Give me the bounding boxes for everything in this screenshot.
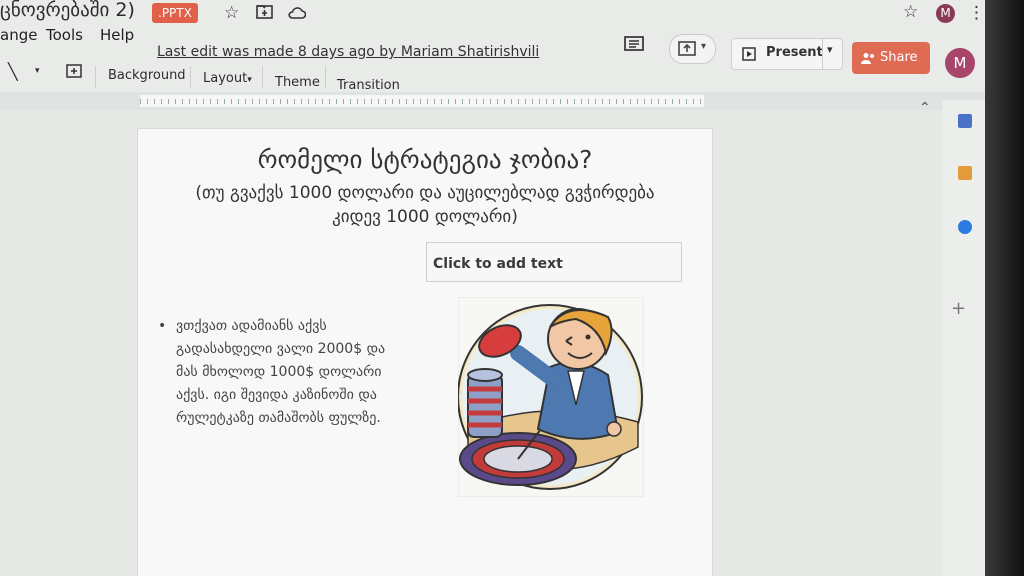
- add-addon-icon[interactable]: +: [951, 298, 966, 319]
- background-button[interactable]: Background: [108, 68, 186, 83]
- browser-profile-avatar[interactable]: M: [936, 4, 955, 23]
- placeholder-label: Click to add text: [433, 256, 563, 272]
- move-to-folder-icon[interactable]: [256, 4, 273, 24]
- bullet-body[interactable]: • ვთქვათ ადამიანს აქვს გადასახდელი ვალი …: [158, 315, 411, 430]
- document-title[interactable]: ცნოვრებაში 2): [0, 0, 135, 21]
- slide-title[interactable]: რომელი სტრატეგია ჯობია?: [138, 145, 712, 174]
- tasks-icon[interactable]: [958, 220, 972, 234]
- line-tool-icon[interactable]: ╲: [8, 62, 18, 81]
- layout-button[interactable]: Layout▾: [203, 71, 252, 86]
- bullet-dot: •: [158, 318, 167, 334]
- file-format-badge: .PPTX: [152, 3, 198, 23]
- comments-icon[interactable]: [624, 36, 644, 54]
- slide-toolbar: ╲ ▾ Background Layout▾ Theme Transition: [0, 58, 985, 93]
- layout-label: Layout: [203, 71, 248, 86]
- side-panel: [942, 100, 985, 576]
- add-comment-icon[interactable]: [66, 64, 82, 83]
- bullet-text: ვთქვათ ადამიანს აქვს გადასახდელი ვალი 20…: [176, 318, 386, 426]
- transition-button[interactable]: Transition: [337, 78, 400, 93]
- keep-icon[interactable]: [958, 166, 972, 180]
- theme-button[interactable]: Theme: [275, 75, 320, 90]
- star-icon[interactable]: ☆: [224, 3, 239, 23]
- calendar-icon[interactable]: [958, 114, 972, 128]
- text-placeholder[interactable]: Click to add text: [426, 242, 682, 282]
- menu-arrange[interactable]: ange: [0, 26, 37, 44]
- cloud-status-icon[interactable]: [288, 5, 307, 25]
- menu-tools[interactable]: Tools: [46, 26, 83, 44]
- menu-help[interactable]: Help: [100, 26, 134, 44]
- present-options-chevron-icon[interactable]: ▾: [827, 43, 833, 56]
- line-tool-chevron-icon[interactable]: ▾: [35, 66, 40, 76]
- browser-screen: ცნოვრებაში 2) .PPTX ☆ ☆ M ⋮ ange Tools H…: [0, 0, 985, 576]
- horizontal-ruler[interactable]: [0, 92, 985, 110]
- bookmark-star-icon[interactable]: ☆: [903, 2, 918, 22]
- roulette-gambler-clipart[interactable]: [457, 296, 645, 498]
- slide[interactable]: რომელი სტრატეგია ჯობია? (თუ გვაქვს 1000 …: [137, 128, 713, 576]
- screen-bezel: [985, 0, 1024, 576]
- chevron-down-icon: ▾: [701, 41, 707, 52]
- more-vert-icon[interactable]: ⋮: [968, 3, 985, 23]
- chevron-down-icon: ▾: [247, 75, 252, 85]
- slide-subtitle[interactable]: (თუ გვაქვს 1000 დოლარი და აუცილებლად გვჭ…: [188, 181, 662, 229]
